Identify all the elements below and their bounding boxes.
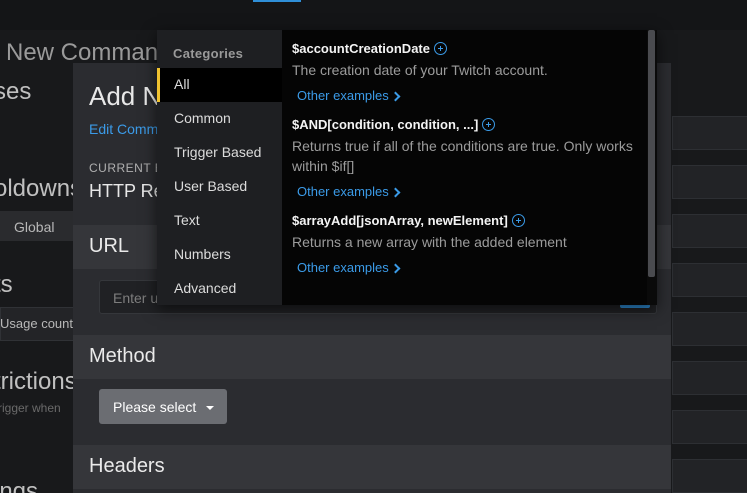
other-examples-link[interactable]: Other examples <box>297 260 637 275</box>
variable-list: $accountCreationDate The creation date o… <box>282 30 647 305</box>
url-section-title: URL <box>89 235 130 257</box>
category-advanced[interactable]: Advanced <box>157 272 282 306</box>
category-trigger-based[interactable]: Trigger Based <box>157 136 282 170</box>
edit-command-link[interactable]: Edit Comm <box>89 121 158 137</box>
bg-right-row <box>672 312 747 346</box>
active-nav-indicator <box>253 0 301 2</box>
trigger-when-text: rigger when <box>0 401 61 415</box>
variable-description: The creation date of your Twitch account… <box>292 62 548 78</box>
category-numbers[interactable]: Numbers <box>157 238 282 272</box>
variable-item: $accountCreationDate The creation date o… <box>292 40 637 103</box>
category-label: Text <box>174 212 200 228</box>
other-examples-link[interactable]: Other examples <box>297 184 637 199</box>
variable-name[interactable]: $accountCreationDate <box>292 41 430 56</box>
usage-count-label: Usage count <box>0 316 73 331</box>
variables-popup: Categories All Common Trigger Based User… <box>157 30 657 305</box>
bg-heading-limits: ts <box>0 271 13 298</box>
other-examples-label: Other examples <box>297 260 389 275</box>
variable-list-scrollbar[interactable] <box>647 30 657 305</box>
categories-title: Categories <box>173 46 244 61</box>
headers-section-title: Headers <box>89 455 165 477</box>
bg-right-row <box>672 165 747 199</box>
variable-name[interactable]: $arrayAdd[jsonArray, newElement] <box>292 213 508 228</box>
variable-item: $AND[condition, condition, ...] Returns … <box>292 116 637 199</box>
chevron-right-icon <box>390 187 401 198</box>
category-label: Numbers <box>174 246 231 262</box>
other-examples-link[interactable]: Other examples <box>297 88 637 103</box>
category-label: User Based <box>174 178 248 194</box>
modal-title: Add N <box>89 81 162 111</box>
variable-description: Returns a new array with the added eleme… <box>292 234 567 250</box>
method-select[interactable]: Please select <box>99 389 227 424</box>
method-section-title: Method <box>89 345 156 367</box>
method-select-label: Please select <box>113 399 197 415</box>
other-examples-label: Other examples <box>297 184 389 199</box>
bg-right-row <box>672 410 747 444</box>
headers-section-header: Headers <box>73 445 671 489</box>
variable-description: Returns true if all of the conditions ar… <box>292 138 633 174</box>
top-bar <box>0 0 747 30</box>
method-section-header: Method <box>73 335 671 379</box>
url-input-placeholder: Enter u <box>113 290 159 306</box>
variable-item: $arrayAdd[jsonArray, newElement] Returns… <box>292 212 637 275</box>
current-effect-value: HTTP Re <box>89 181 164 201</box>
category-label: All <box>174 76 190 92</box>
bg-right-row <box>672 361 747 395</box>
category-text[interactable]: Text <box>157 204 282 238</box>
bg-heading-restrictions: trictions <box>0 368 77 395</box>
categories-panel: Categories All Common Trigger Based User… <box>157 30 282 305</box>
bg-right-row <box>672 214 747 248</box>
variable-name[interactable]: $AND[condition, condition, ...] <box>292 117 478 132</box>
category-label: Trigger Based <box>174 144 262 160</box>
chevron-right-icon <box>390 91 401 102</box>
category-common[interactable]: Common <box>157 102 282 136</box>
bg-heading-cooldowns: oldowns <box>0 175 83 202</box>
other-examples-label: Other examples <box>297 88 389 103</box>
category-all[interactable]: All <box>157 68 282 102</box>
scrollbar-thumb[interactable] <box>648 30 655 277</box>
category-user-based[interactable]: User Based <box>157 170 282 204</box>
category-label: Advanced <box>174 280 237 296</box>
bg-heading-settings: ings <box>0 478 39 493</box>
chevron-right-icon <box>390 263 401 274</box>
global-tab-label: Global <box>14 219 55 235</box>
bg-heading-responses: ses <box>0 78 32 105</box>
add-variable-icon[interactable] <box>482 118 496 131</box>
category-label: Common <box>174 110 231 126</box>
current-effect-label: CURRENT E <box>89 161 164 175</box>
add-variable-icon[interactable] <box>511 214 525 227</box>
bg-right-row <box>672 459 747 493</box>
bg-right-row <box>672 263 747 297</box>
add-variable-icon[interactable] <box>433 42 447 55</box>
caret-down-icon <box>206 406 214 410</box>
bg-right-row <box>672 116 747 150</box>
